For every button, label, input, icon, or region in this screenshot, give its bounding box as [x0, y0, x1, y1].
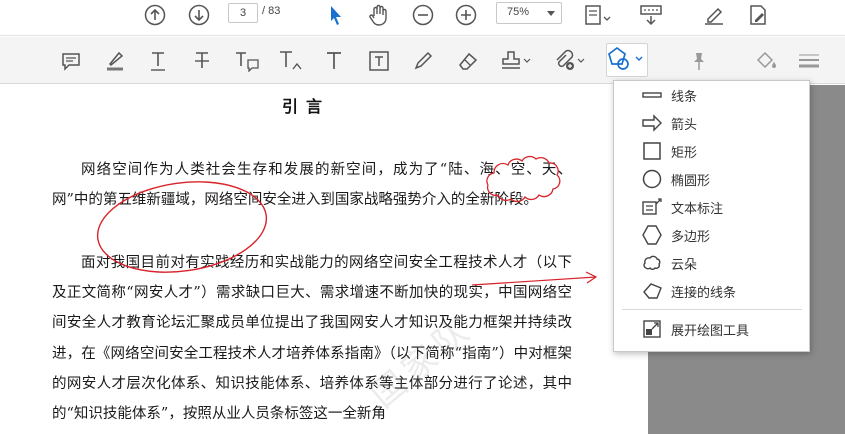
paint-bucket-icon: [756, 51, 776, 69]
menu-label-connected-lines: 连接的线条: [671, 285, 737, 301]
text-underline-icon: [151, 52, 165, 71]
pdf-viewer-window: 3 / 83 75% 引言 网络空间作为人类社会生存和发展的新空间，成为了“陆、…: [0, 0, 845, 434]
text-insert-icon: [280, 51, 302, 70]
scroll-mode-button[interactable]: [636, 2, 666, 28]
menu-divider: [622, 309, 802, 310]
strikethrough-button[interactable]: [190, 47, 214, 75]
menu-label-rectangle: 矩形: [671, 145, 698, 161]
menu-label-polygon: 多边形: [671, 229, 711, 245]
menu-label-cloud: 云朵: [671, 257, 698, 273]
hand-icon: [369, 4, 387, 26]
menu-label-expand: 展开绘图工具: [671, 323, 750, 339]
edit-pdf-button[interactable]: [744, 2, 772, 28]
connected-lines-icon: [640, 279, 664, 303]
stamp-icon: [502, 51, 531, 69]
menu-item-connected-lines[interactable]: 连接的线条: [614, 277, 809, 305]
menu-item-text-callout[interactable]: 文本标注: [614, 193, 809, 221]
plus-circle-icon: [455, 4, 477, 26]
top-toolbar: 3 / 83 75%: [0, 0, 845, 36]
add-text-button[interactable]: [322, 47, 346, 75]
arrow-up-circle-icon: [144, 4, 166, 26]
menu-item-line[interactable]: 线条: [614, 81, 809, 109]
arrow-down-circle-icon: [188, 4, 210, 26]
underline-text-button[interactable]: [146, 47, 170, 75]
stamp-button[interactable]: [498, 47, 532, 75]
edit-document-icon: [750, 5, 766, 25]
menu-item-expand-drawing-tools[interactable]: 展开绘图工具: [614, 315, 809, 343]
document-page: 引言 网络空间作为人类社会生存和发展的新空间，成为了“陆、海、空、天、网”中的第…: [0, 85, 648, 434]
text-replace-icon: [236, 52, 259, 72]
cloud-icon: [640, 251, 664, 275]
replace-text-button[interactable]: [232, 47, 262, 75]
paperclip-add-icon: [556, 49, 585, 70]
line-width-button[interactable]: [794, 47, 824, 75]
eraser-icon: [459, 52, 478, 70]
comment-icon: [62, 53, 80, 71]
sign-button[interactable]: [700, 2, 728, 28]
menu-label-arrow: 箭头: [671, 117, 698, 133]
line-icon: [640, 83, 664, 107]
cursor-arrow-icon: [331, 6, 341, 25]
paragraph-2: 面对我国目前对有实践经历和实战能力的网络空间安全工程技术人才（以下及正文简称“网…: [52, 255, 572, 423]
arrow-icon: [640, 111, 664, 135]
pencil-icon: [414, 51, 433, 70]
zoom-value: 75%: [507, 6, 530, 18]
eraser-button[interactable]: [454, 47, 482, 75]
text-box-button[interactable]: [365, 47, 393, 75]
menu-label-text-callout: 文本标注: [671, 201, 724, 217]
minus-circle-icon: [412, 4, 434, 26]
pin-icon: [694, 53, 704, 70]
previous-page-button[interactable]: [142, 2, 168, 28]
menu-item-polygon[interactable]: 多边形: [614, 221, 809, 249]
highlight-button[interactable]: [102, 47, 128, 75]
document-title: 引言: [281, 97, 330, 116]
line-weight-icon: [799, 54, 819, 68]
draw-pencil-button[interactable]: [410, 47, 436, 75]
page-number-input[interactable]: 3: [228, 3, 258, 23]
text-strikethrough-icon: [195, 52, 209, 68]
zoom-in-button[interactable]: [453, 2, 479, 28]
drawing-tools-button[interactable]: [606, 43, 648, 77]
text-box-icon: [369, 51, 389, 71]
highlighter-icon: [107, 51, 124, 71]
paragraph-1: 网络空间作为人类社会生存和发展的新空间，成为了“陆、海、空、天、网”中的第五维新…: [52, 162, 572, 209]
rectangle-icon: [640, 139, 664, 163]
arrow-head: [585, 271, 598, 284]
zoom-out-button[interactable]: [410, 2, 436, 28]
menu-item-cloud[interactable]: 云朵: [614, 249, 809, 277]
menu-label-oval: 椭圆形: [671, 173, 711, 189]
next-page-button[interactable]: [186, 2, 212, 28]
insert-text-button[interactable]: [276, 47, 306, 75]
fill-color-button[interactable]: [752, 47, 782, 75]
attach-file-button[interactable]: [552, 47, 586, 75]
zoom-select[interactable]: 75%: [496, 2, 562, 24]
hand-tool-button[interactable]: [365, 2, 393, 28]
pen-sign-icon: [705, 7, 723, 25]
chevron-down-icon: [547, 11, 555, 16]
text-tool-icon: [327, 52, 341, 69]
comment-toolbar: [0, 37, 845, 84]
sticky-note-button[interactable]: [58, 47, 84, 75]
menu-item-arrow[interactable]: 箭头: [614, 109, 809, 137]
text-callout-icon: [640, 195, 664, 219]
scroll-icon: [640, 5, 662, 26]
menu-label-line: 线条: [671, 89, 698, 105]
oval-icon: [640, 167, 664, 191]
menu-item-rectangle[interactable]: 矩形: [614, 137, 809, 165]
page-total-label: / 83: [262, 5, 281, 17]
pin-toolbar-button[interactable]: [686, 47, 712, 75]
page-fit-icon: [585, 5, 611, 25]
menu-item-oval[interactable]: 椭圆形: [614, 165, 809, 193]
page-display-button[interactable]: [580, 2, 614, 28]
drawing-tools-menu: 线条 箭头 矩形 椭圆形 文本标注 多边形 云朵 连接的线条 展开绘图工具: [613, 80, 810, 352]
polygon-icon: [640, 223, 664, 247]
shapes-icon: [608, 46, 643, 70]
select-tool-button[interactable]: [324, 2, 348, 28]
expand-icon: [640, 317, 664, 341]
